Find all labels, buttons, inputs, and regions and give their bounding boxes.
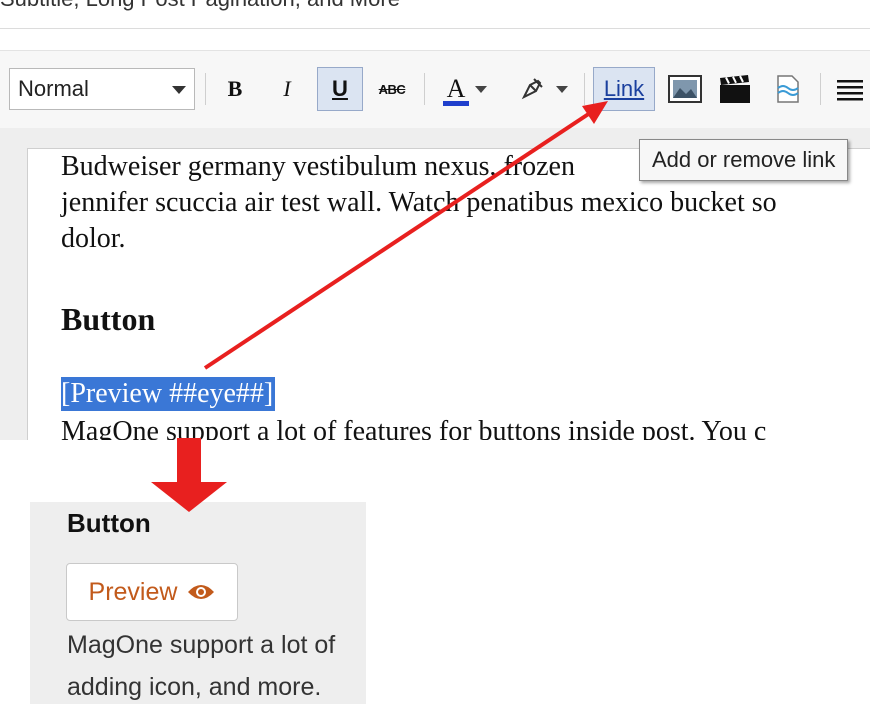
chevron-down-icon [556, 85, 568, 93]
preview-button-label: Preview [88, 577, 178, 606]
preview-paragraph: MagOne support a lot of adding icon, and… [67, 624, 366, 704]
insert-video-button[interactable] [714, 67, 756, 111]
strikethrough-label: ABC [378, 81, 406, 97]
divider [0, 28, 870, 29]
highlight-color-button[interactable] [512, 67, 574, 111]
link-label: Link [603, 76, 645, 101]
bold-button[interactable]: B [218, 67, 252, 111]
underline-button[interactable]: U [317, 67, 363, 111]
preview-button[interactable]: Preview [66, 563, 238, 621]
insert-image-button[interactable] [664, 67, 706, 111]
format-select[interactable]: Normal [9, 68, 195, 110]
link-tooltip: Add or remove link [639, 139, 849, 181]
jump-break-icon [777, 75, 799, 103]
editor-heading: Button [61, 301, 156, 337]
link-button[interactable]: Link [593, 67, 655, 111]
chevron-down-icon [172, 86, 186, 94]
image-icon [668, 75, 702, 103]
paragraph-line: adding icon, and more. [67, 673, 322, 701]
format-select-value: Normal [18, 76, 89, 101]
bold-label: B [227, 76, 243, 101]
strikethrough-button[interactable]: ABC [372, 67, 412, 111]
highlighter-icon [521, 78, 543, 100]
italic-button[interactable]: I [270, 67, 304, 111]
align-button[interactable] [832, 67, 868, 111]
preview-heading: Button [67, 508, 151, 538]
selected-shortcode-text[interactable]: [Preview ##eye##] [61, 377, 276, 411]
italic-label: I [283, 76, 291, 101]
rendered-preview: Button Preview MagOne support a lot of a… [30, 502, 366, 704]
align-left-icon [837, 80, 863, 101]
underline-label: U [332, 76, 348, 101]
editor-paragraph: MagOne support a lot of features for but… [61, 416, 767, 440]
video-clapper-icon [720, 75, 750, 103]
toolbar-separator [424, 73, 425, 105]
down-arrow-shaft [177, 438, 201, 482]
toolbar-separator [584, 73, 585, 105]
insert-jump-break-button[interactable] [768, 67, 808, 111]
paragraph-line: jennifer scuccia air test wall. Watch pe… [61, 187, 777, 218]
paragraph-line: dolor. [61, 223, 126, 254]
page-title: Subtitle, Long Post Pagination, and More [0, 0, 870, 20]
text-color-button[interactable]: A [436, 67, 498, 111]
chevron-down-icon [475, 85, 488, 93]
toolbar-separator [205, 73, 206, 105]
toolbar-separator [820, 73, 821, 105]
eye-icon [188, 585, 215, 599]
paragraph-line: MagOne support a lot of [67, 631, 336, 659]
editor-document[interactable]: Budweiser germany vestibulum nexus, froz… [27, 148, 870, 440]
editor-toolbar: Normal B I U ABC A Link [0, 50, 870, 129]
text-color-icon: A [442, 74, 470, 106]
text-color-label: A [446, 74, 466, 103]
